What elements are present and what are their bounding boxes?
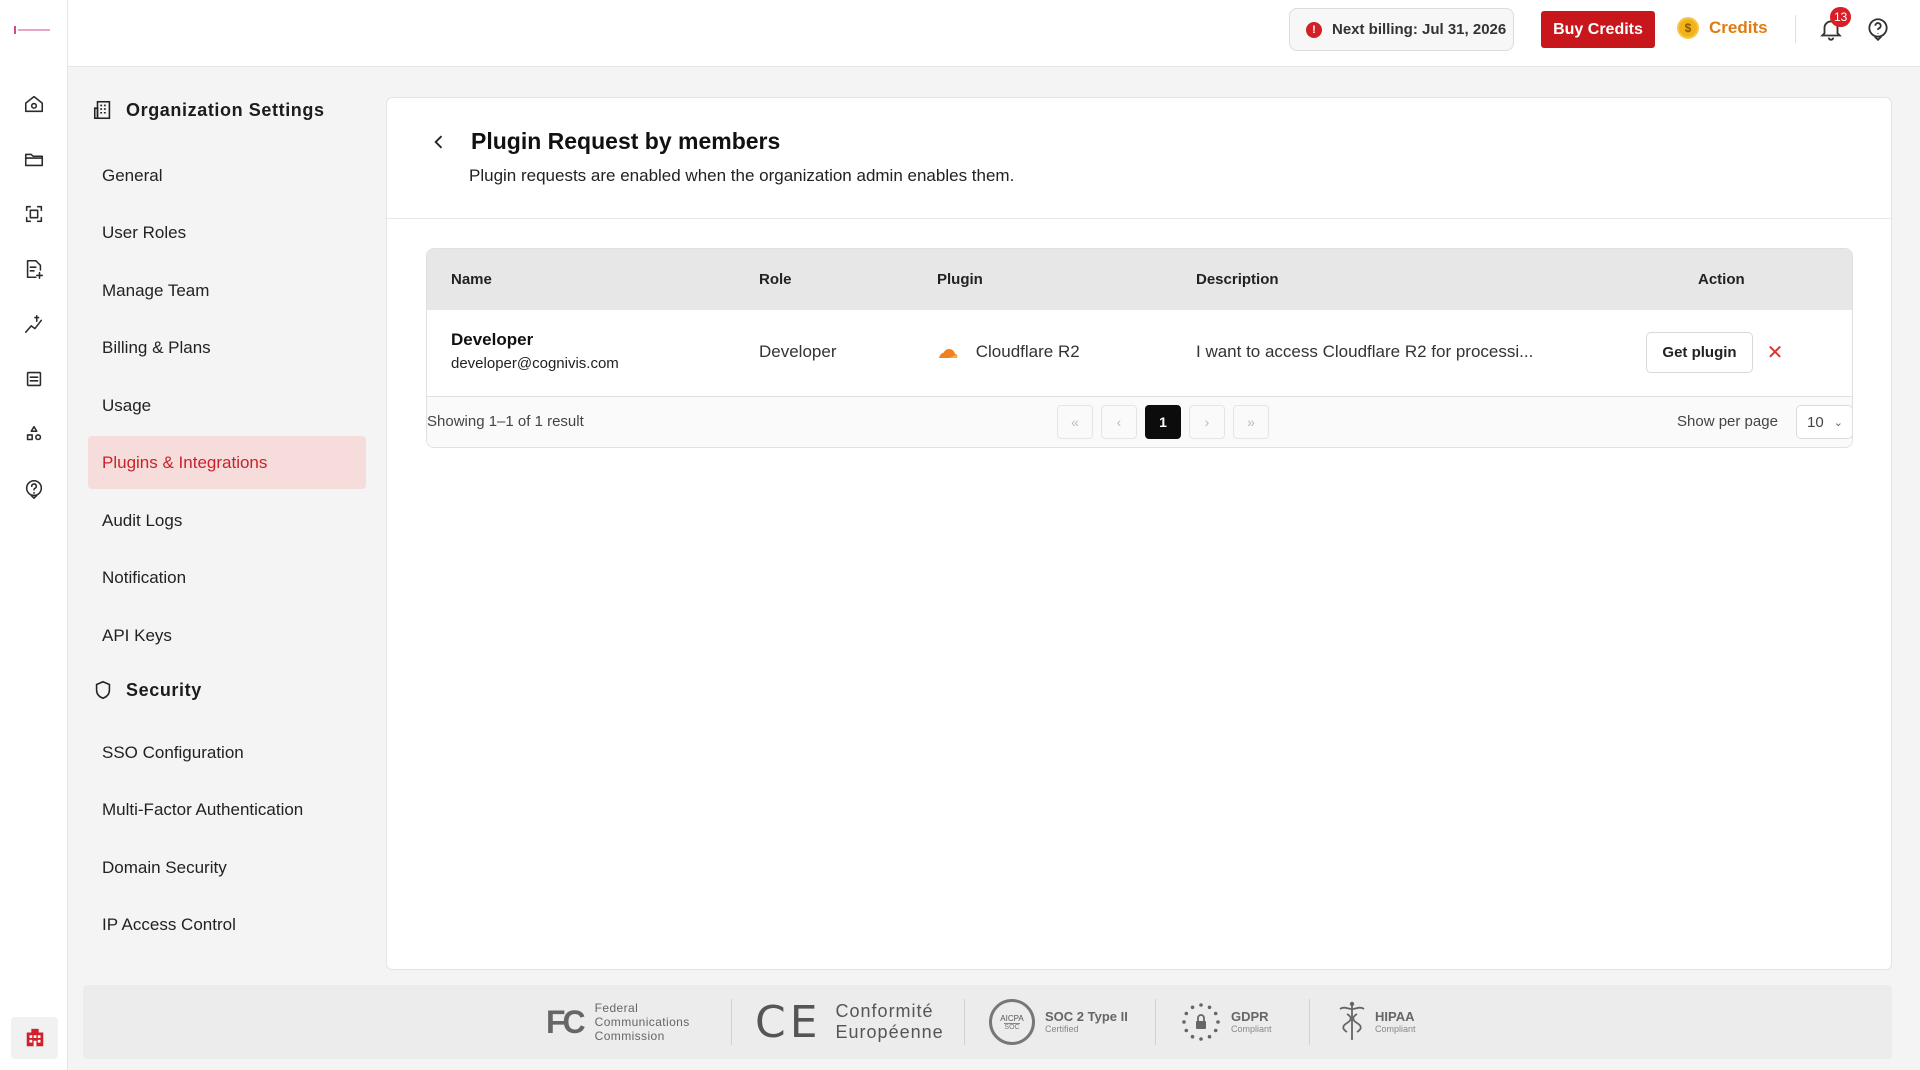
- plugin-requests-table: Name Role Plugin Description Action Deve…: [426, 248, 1853, 448]
- nav-item-audit-logs[interactable]: Audit Logs: [88, 494, 366, 547]
- nav-item-api-keys[interactable]: API Keys: [88, 609, 366, 662]
- column-header-plugin: Plugin: [937, 271, 983, 288]
- page-title: Plugin Request by members: [471, 128, 781, 154]
- column-header-action: Action: [1698, 271, 1745, 288]
- fcc-badge: FC Federal Communications Commission: [546, 1001, 690, 1043]
- divider: [1309, 999, 1310, 1045]
- security-heading: Security: [92, 679, 202, 701]
- coin-icon: $: [1677, 17, 1699, 39]
- ce-logo-icon: CE: [755, 996, 822, 1048]
- nav-item-domain-security[interactable]: Domain Security: [88, 841, 366, 894]
- buy-credits-button[interactable]: Buy Credits: [1541, 11, 1655, 48]
- fcc-logo-icon: FC: [546, 1003, 586, 1040]
- table-header: Name Role Plugin Description Action: [427, 249, 1852, 310]
- nav-item-user-roles[interactable]: User Roles: [88, 206, 366, 259]
- nav-item-notification[interactable]: Notification: [88, 551, 366, 604]
- member-role: Developer: [759, 342, 837, 361]
- divider: [731, 999, 732, 1045]
- prev-page-button[interactable]: ‹: [1101, 405, 1137, 439]
- billing-info: ! Next billing: Jul 31, 2026: [1289, 8, 1514, 51]
- nav-item-mfa[interactable]: Multi-Factor Authentication: [88, 783, 366, 836]
- back-arrow-icon[interactable]: [429, 132, 451, 154]
- cloudflare-icon: [939, 348, 958, 358]
- table-footer: Showing 1–1 of 1 result « ‹ 1 › » Show p…: [427, 397, 1852, 447]
- help-icon[interactable]: [1865, 16, 1893, 44]
- member-email: developer@cognivis.com: [451, 355, 619, 372]
- ce-badge: CE Conformité Européenne: [755, 996, 944, 1048]
- page-button-current[interactable]: 1: [1145, 405, 1181, 439]
- building-outline-icon: [93, 100, 111, 120]
- next-page-button[interactable]: ›: [1189, 405, 1225, 439]
- shapes-icon[interactable]: [19, 419, 49, 449]
- nav-item-ip-access-control[interactable]: IP Access Control: [88, 898, 366, 951]
- credits-label: Credits: [1709, 18, 1768, 37]
- left-rail: [0, 0, 68, 1070]
- aicpa-soc-logo-icon: AICPA SOC: [989, 999, 1035, 1045]
- info-icon: !: [1306, 21, 1322, 38]
- plugin-cell: Cloudflare R2: [937, 342, 1080, 362]
- folder-icon[interactable]: [19, 144, 49, 174]
- nav-item-usage[interactable]: Usage: [88, 379, 366, 432]
- gdpr-badge: GDPR Compliant: [1179, 985, 1272, 1059]
- home-icon[interactable]: [19, 89, 49, 119]
- per-page-label: Show per page: [1677, 413, 1778, 430]
- plugin-name: Cloudflare R2: [975, 342, 1080, 361]
- member-name: Developer: [451, 330, 534, 349]
- first-page-button[interactable]: «: [1057, 405, 1093, 439]
- column-header-role: Role: [759, 271, 792, 288]
- main-card: Plugin Request by members Plugin request…: [386, 97, 1892, 970]
- nav-item-sso-configuration[interactable]: SSO Configuration: [88, 726, 366, 779]
- app-logo[interactable]: [14, 24, 52, 36]
- nav-item-general[interactable]: General: [88, 149, 366, 202]
- request-description: I want to access Cloudflare R2 for proce…: [1196, 342, 1534, 361]
- billing-text: Next billing: Jul 31, 2026: [1332, 21, 1507, 38]
- hipaa-badge: HIPAA Compliant: [1337, 985, 1416, 1059]
- grid-list-icon[interactable]: [19, 364, 49, 394]
- divider: [1155, 999, 1156, 1045]
- divider: [964, 999, 965, 1045]
- soc2-badge: AICPA SOC SOC 2 Type II Certified: [989, 985, 1128, 1059]
- nav-item-manage-team[interactable]: Manage Team: [88, 264, 366, 317]
- nav-item-billing-plans[interactable]: Billing & Plans: [88, 321, 366, 374]
- table-row: Developer developer@cognivis.com Develop…: [427, 310, 1852, 397]
- compliance-bar: FC Federal Communications Commission CE …: [83, 985, 1892, 1059]
- column-header-name: Name: [451, 271, 492, 288]
- nav-item-plugins-integrations[interactable]: Plugins & Integrations: [88, 436, 366, 489]
- top-bar: ! Next billing: Jul 31, 2026 Buy Credits…: [68, 0, 1920, 67]
- reject-close-icon[interactable]: ✕: [1763, 340, 1787, 364]
- building-icon[interactable]: [11, 1017, 58, 1059]
- document-add-icon[interactable]: [19, 254, 49, 284]
- card-header: Plugin Request by members Plugin request…: [387, 98, 1891, 219]
- org-settings-heading: Organization Settings: [92, 99, 325, 121]
- get-plugin-button[interactable]: Get plugin: [1646, 332, 1753, 373]
- caduceus-icon: [1339, 1001, 1365, 1040]
- settings-nav: Organization Settings General User Roles…: [68, 67, 386, 982]
- column-header-description: Description: [1196, 271, 1279, 288]
- chevron-down-icon: ⌄: [1833, 416, 1843, 429]
- scan-icon[interactable]: [19, 199, 49, 229]
- last-page-button[interactable]: »: [1233, 405, 1269, 439]
- pagination: « ‹ 1 › »: [1057, 405, 1269, 439]
- credits-button[interactable]: $ Credits: [1677, 17, 1768, 39]
- divider: [1795, 15, 1796, 43]
- gdpr-eu-stars-icon: [1182, 1003, 1220, 1041]
- help-circle-icon[interactable]: [19, 474, 49, 504]
- notification-badge: 13: [1830, 7, 1852, 27]
- shield-icon: [95, 680, 111, 700]
- page-subtitle: Plugin requests are enabled when the org…: [469, 166, 1015, 185]
- result-count: Showing 1–1 of 1 result: [427, 413, 584, 430]
- per-page-select[interactable]: 10 ⌄: [1796, 405, 1852, 439]
- cost-chart-icon[interactable]: [19, 309, 49, 339]
